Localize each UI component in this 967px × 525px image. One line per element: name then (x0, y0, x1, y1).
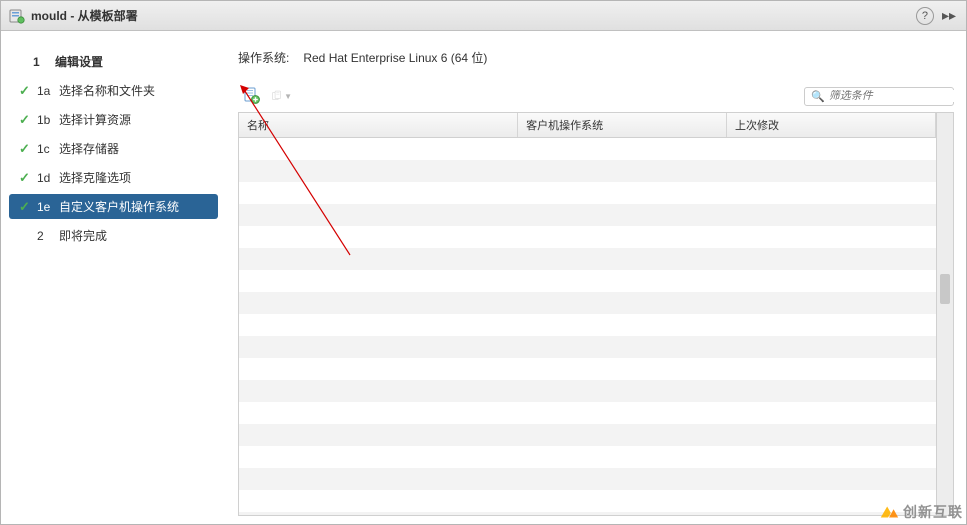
search-icon: 🔍 (811, 90, 825, 103)
new-spec-icon[interactable] (242, 86, 262, 106)
table-row[interactable] (239, 512, 936, 517)
table-row[interactable] (239, 358, 936, 380)
table-row[interactable] (239, 314, 936, 336)
step-select-clone-options[interactable]: ✓ 1d 选择克隆选项 (9, 165, 218, 190)
table-row[interactable] (239, 380, 936, 402)
os-value: Red Hat Enterprise Linux 6 (64 位) (303, 49, 487, 66)
filter-box[interactable]: 🔍 ▼ (804, 87, 954, 106)
check-icon: ✓ (19, 170, 33, 186)
chevron-down-icon: ▼ (284, 92, 292, 101)
step-select-name-folder[interactable]: ✓ 1a 选择名称和文件夹 (9, 78, 218, 103)
table-row[interactable] (239, 270, 936, 292)
spec-table-wrap: 名称 客户机操作系统 上次修改 (238, 112, 954, 516)
template-icon (9, 8, 25, 24)
copy-spec-icon[interactable]: ▼ (272, 86, 292, 106)
spec-table: 名称 客户机操作系统 上次修改 (239, 113, 936, 516)
os-label: 操作系统: (238, 49, 289, 66)
wizard-steps-sidebar: 1 编辑设置 ✓ 1a 选择名称和文件夹 ✓ 1b 选择计算资源 ✓ 1c 选择… (1, 31, 226, 524)
table-row[interactable] (239, 182, 936, 204)
step-customize-guest-os[interactable]: ✓ 1e 自定义客户机操作系统 (9, 194, 218, 219)
table-row[interactable] (239, 468, 936, 490)
check-icon: ✓ (19, 112, 33, 128)
col-name[interactable]: 名称 (239, 113, 518, 138)
table-row[interactable] (239, 138, 936, 160)
watermark-text: 创新互联 (903, 502, 963, 522)
deploy-wizard-window: mould - 从模板部署 ? ▸▸ 1 编辑设置 ✓ 1a 选择名称和文件夹 … (0, 0, 967, 525)
step-heading-edit-settings[interactable]: 1 编辑设置 (9, 49, 218, 74)
watermark-icon (878, 501, 900, 523)
step-ready-to-complete[interactable]: 2 即将完成 (9, 223, 218, 248)
check-icon: ✓ (19, 141, 33, 157)
table-row[interactable] (239, 336, 936, 358)
col-last-modified[interactable]: 上次修改 (727, 113, 936, 138)
vertical-scrollbar[interactable] (936, 113, 953, 515)
step-select-compute[interactable]: ✓ 1b 选择计算资源 (9, 107, 218, 132)
wizard-content: 操作系统: Red Hat Enterprise Linux 6 (64 位) (226, 31, 966, 524)
help-icon[interactable]: ? (916, 7, 934, 25)
check-icon: ✓ (19, 83, 33, 99)
watermark: 创新互联 (878, 501, 963, 523)
table-row[interactable] (239, 402, 936, 424)
table-row[interactable] (239, 446, 936, 468)
table-body (239, 138, 936, 517)
table-row[interactable] (239, 292, 936, 314)
window-title: mould - 从模板部署 (31, 7, 916, 24)
expand-icon[interactable]: ▸▸ (940, 7, 958, 24)
filter-input[interactable] (829, 90, 966, 102)
table-row[interactable] (239, 490, 936, 512)
toolbar: ▼ 🔍 ▼ (238, 86, 954, 106)
scrollbar-handle[interactable] (940, 274, 950, 304)
os-info-row: 操作系统: Red Hat Enterprise Linux 6 (64 位) (238, 49, 954, 66)
titlebar: mould - 从模板部署 ? ▸▸ (1, 1, 966, 31)
col-guest-os[interactable]: 客户机操作系统 (518, 113, 727, 138)
check-icon: ✓ (19, 199, 33, 215)
table-row[interactable] (239, 160, 936, 182)
table-row[interactable] (239, 204, 936, 226)
step-select-storage[interactable]: ✓ 1c 选择存储器 (9, 136, 218, 161)
table-row[interactable] (239, 226, 936, 248)
table-row[interactable] (239, 424, 936, 446)
table-row[interactable] (239, 248, 936, 270)
